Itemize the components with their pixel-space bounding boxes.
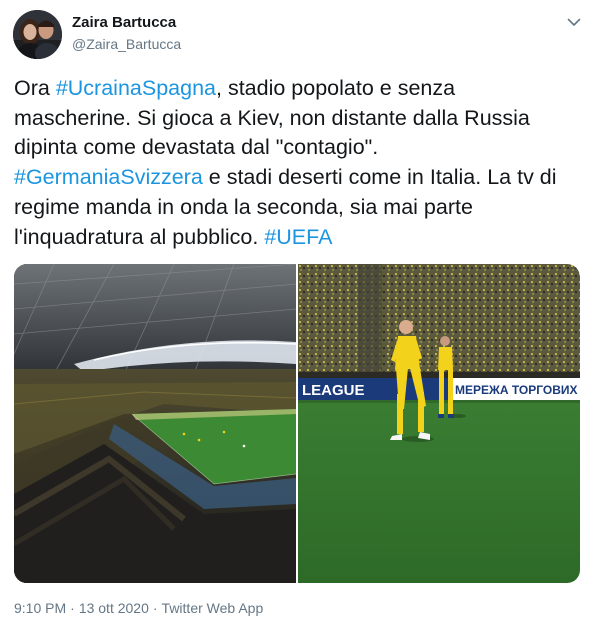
tweet-text-segment: regime manda in onda la seconda, sia mai… [14,194,473,219]
avatar[interactable] [13,10,62,59]
tweet-text-line: Ora #UcrainaSpagna, stadio popolato e se… [14,74,582,104]
banner-left-text: LEAGUE [302,382,365,399]
tweet-time[interactable]: 9:10 PM [14,600,66,616]
tweet-meta: 9:10 PM · 13 ott 2020 · Twitter Web App [14,599,263,617]
tweet-text-segment: e stadi deserti come in Italia. La tv di [202,165,557,190]
tweet: Zaira Bartucca @Zaira_Bartucca Ora #Ucra… [0,0,594,623]
tweet-text: Ora #UcrainaSpagna, stadio popolato e se… [14,74,582,252]
photo-players-pitch[interactable]: LEAGUE МЕРЕЖА ТОРГОВИХ [298,264,580,583]
user-handle[interactable]: @Zaira_Bartucca [72,35,181,53]
banner-right-text: МЕРЕЖА ТОРГОВИХ [455,383,578,397]
media-grid: LEAGUE МЕРЕЖА ТОРГОВИХ [14,264,580,583]
hashtag-link[interactable]: #UEFA [264,225,332,249]
meta-separator-2: · [152,600,158,616]
tweet-text-line: mascherine. Si gioca a Kiev, non distant… [14,104,582,134]
players-photo: LEAGUE МЕРЕЖА ТОРГОВИХ [298,264,580,583]
tweet-text-segment: l'inquadratura al pubblico. [14,224,265,249]
tweet-text-line: l'inquadratura al pubblico. #UEFA [14,223,582,253]
tweet-date[interactable]: 13 ott 2020 [79,600,149,616]
display-name[interactable]: Zaira Bartucca [72,14,176,32]
tweet-text-segment: dipinta come devastata dal "contagio". [14,135,379,160]
avatar-image [13,10,62,59]
hashtag-link[interactable]: #GermaniaSvizzera [14,165,203,189]
caret-menu-button[interactable] [564,12,584,32]
tweet-text-line: dipinta come devastata dal "contagio". [14,133,582,163]
tweet-text-segment: , stadio popolato e senza [216,76,456,100]
tweet-text-segment: Ora [14,76,56,100]
tweet-text-segment: mascherine. Si gioca a Kiev, non distant… [14,105,530,130]
hashtag-link[interactable]: #UcrainaSpagna [56,76,216,100]
photo-stadium-crowd[interactable] [14,264,296,583]
stadium-photo [14,264,296,583]
tweet-text-line: #GermaniaSvizzera e stadi deserti come i… [14,163,582,193]
meta-separator-1: · [70,600,75,616]
tweet-text-line: regime manda in onda la seconda, sia mai… [14,193,582,223]
tweet-source[interactable]: Twitter Web App [162,600,264,616]
chevron-down-icon [567,18,581,26]
